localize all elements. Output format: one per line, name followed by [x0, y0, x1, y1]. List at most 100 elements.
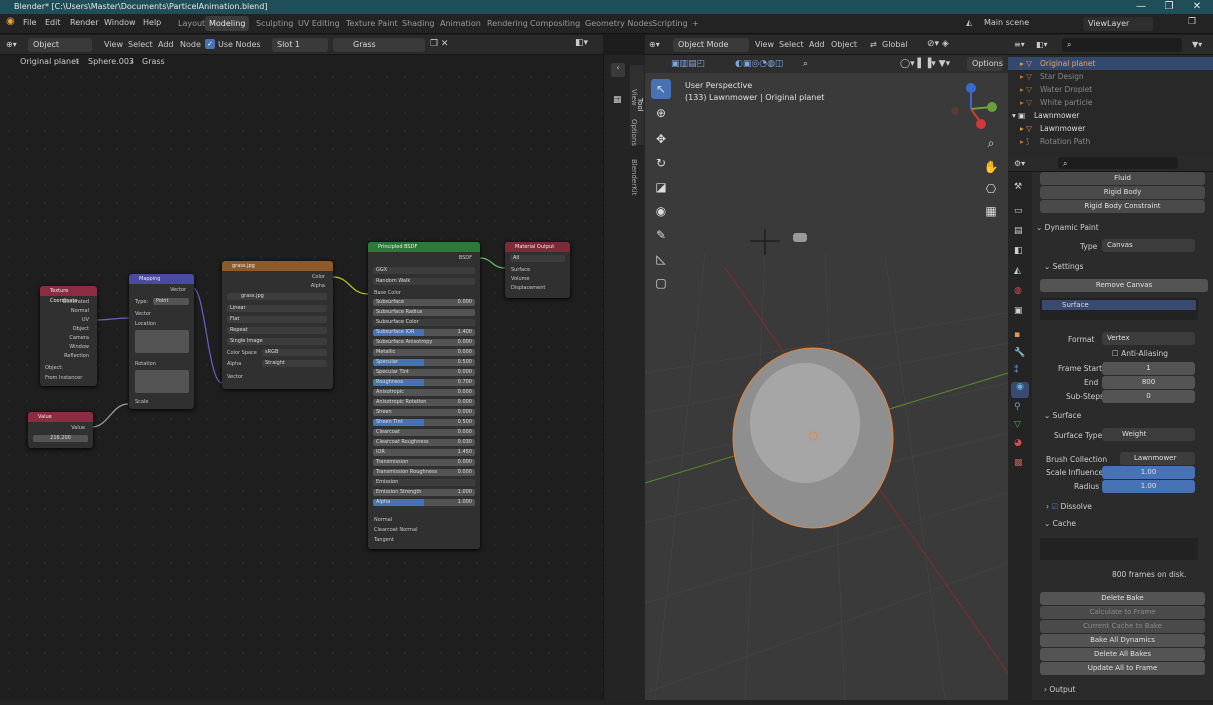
outliner-row[interactable]: ▸ ▽ Water Droplet — [1008, 83, 1213, 96]
tab-options[interactable]: Options — [630, 119, 638, 146]
bsdf-input-field[interactable]: Subsurface IOR 1.400 — [373, 329, 475, 336]
minimize-button[interactable]: — — [1127, 0, 1155, 14]
outliner-row[interactable]: ▸ ⟆ Rotation Path — [1008, 135, 1213, 148]
bsdf-input-field[interactable]: Clearcoat 0.000 — [373, 429, 475, 436]
bsdf-input-field[interactable]: Metallic 0.000 — [373, 349, 475, 356]
scale-influence-slider[interactable]: 1.00 — [1102, 466, 1195, 479]
material-copy-icon[interactable]: ❐ ✕ — [430, 39, 448, 49]
value-field[interactable]: 216.200 — [33, 435, 88, 442]
select-mode-icons[interactable]: ▣▥▤◰ — [671, 59, 705, 69]
settings-subpanel-header[interactable]: ⌄ Settings — [1044, 262, 1083, 271]
viewport-menu-object[interactable]: Object — [831, 40, 857, 49]
grid-icon[interactable]: ▦ — [981, 201, 1001, 221]
bsdf-input-field[interactable]: Subsurface 0.000 — [373, 299, 475, 306]
distribution-select[interactable]: GGX — [373, 267, 475, 274]
physics-tab-icon[interactable]: ◉ — [1011, 382, 1029, 398]
scene-tab-icon[interactable]: ◭ — [1014, 266, 1021, 276]
subsurface-method-select[interactable]: Random Walk — [373, 278, 475, 285]
use-nodes-checkbox[interactable]: ✓ — [205, 39, 215, 49]
frame-start-field[interactable]: 1 — [1102, 362, 1195, 375]
anti-aliasing-checkbox[interactable]: ☐ Anti-Aliasing — [1112, 349, 1168, 358]
move-tool-icon[interactable]: ✥ — [651, 129, 671, 149]
cache-subpanel-header[interactable]: ⌄ Cache — [1044, 519, 1076, 528]
remove-canvas-button[interactable]: Remove Canvas — [1040, 279, 1208, 292]
viewport-menu-view[interactable]: View — [755, 40, 774, 49]
rigid-body-constraint-button[interactable]: Rigid Body Constraint — [1040, 200, 1205, 213]
close-button[interactable]: ✕ — [1183, 0, 1211, 14]
from-instancer-checkbox[interactable]: From Instancer — [40, 374, 97, 382]
output-subpanel-header[interactable]: › Output — [1044, 685, 1075, 694]
texture-coordinate-node[interactable]: Texture Coordinate Generated Normal UV O… — [40, 286, 97, 386]
orientation-selector[interactable]: Global — [882, 40, 908, 49]
bsdf-input-field[interactable]: Subsurface Color — [373, 319, 475, 326]
dissolve-subpanel-header[interactable]: › ☑ Dissolve — [1046, 502, 1092, 511]
node-menu-add[interactable]: Add — [158, 40, 174, 49]
update-all-to-frame-button[interactable]: Update All to Frame — [1040, 662, 1205, 675]
editor-type-icon[interactable]: ⚙▾ — [1014, 159, 1025, 168]
output-tab-icon[interactable]: ▤ — [1014, 226, 1023, 236]
scene-selector[interactable]: Main scene — [984, 18, 1029, 27]
projection-select[interactable]: Flat — [227, 316, 327, 323]
options-button[interactable]: Options — [967, 57, 1003, 71]
bsdf-input-field[interactable]: Sheen 0.000 — [373, 409, 475, 416]
cursor-tool-icon[interactable]: ⊕ — [651, 103, 671, 123]
bsdf-input-field[interactable]: Emission Strength 1.000 — [373, 489, 475, 496]
editor-type-icon[interactable]: ≡▾ — [1014, 40, 1025, 49]
properties-search-input[interactable]: ⌕ — [1058, 157, 1178, 169]
world-tab-icon[interactable]: ◍ — [1014, 286, 1022, 296]
radius-slider[interactable]: 1.00 — [1102, 480, 1195, 493]
add-workspace-button[interactable]: + — [688, 16, 703, 31]
blender-logo-icon[interactable]: ◉ — [6, 16, 15, 27]
current-cache-to-bake-button[interactable]: Current Cache to Bake — [1040, 620, 1205, 633]
rotation-fields[interactable] — [135, 370, 189, 393]
surface-list[interactable]: Surface — [1040, 298, 1198, 320]
output-target-select[interactable]: All — [510, 255, 565, 262]
value-node[interactable]: Value Value 216.200 — [28, 412, 93, 448]
surface-subpanel-header[interactable]: ⌄ Surface — [1044, 411, 1081, 420]
principled-bsdf-node[interactable]: Principled BSDF BSDF GGX Random Walk Bas… — [368, 242, 480, 549]
render-tab-icon[interactable]: ▭ — [1014, 206, 1023, 216]
tab-texture-paint[interactable]: Texture Paint — [342, 16, 402, 31]
tab-geometry-nodes[interactable]: Geometry Nodes — [581, 16, 656, 31]
orientation-icon[interactable]: ⇄ — [870, 40, 877, 49]
outliner-row[interactable]: ▸ ▽ Original planet — [1008, 57, 1213, 70]
tab-layout[interactable]: Layout — [174, 16, 209, 31]
collection-tab-icon[interactable]: ▣ — [1014, 306, 1023, 316]
add-cube-tool-icon[interactable]: ▢ — [651, 273, 671, 293]
material-output-node[interactable]: Material Output All Surface Volume Displ… — [505, 242, 570, 298]
image-file-selector[interactable]: grass.jpg — [227, 293, 327, 300]
data-tab-icon[interactable]: ▽ — [1014, 420, 1021, 430]
color-space-select[interactable]: sRGB — [262, 349, 327, 356]
interpolation-select[interactable]: Linear — [227, 305, 327, 312]
overlay-icon[interactable]: ◧▾ — [575, 38, 588, 48]
camera-icon[interactable]: ⎔ — [981, 179, 1001, 199]
material-tab-icon[interactable]: ◕ — [1014, 438, 1022, 448]
filter-icons[interactable]: ◯▾ ▌▐▾ ▼▾ — [900, 59, 950, 69]
snap-icon[interactable]: ⊘▾ ◈ — [927, 39, 949, 49]
menu-window[interactable]: Window — [104, 18, 136, 27]
visibility-icons[interactable]: ◐▣◎◔◍◫ — [735, 59, 783, 69]
menu-edit[interactable]: Edit — [45, 18, 61, 27]
fluid-button[interactable]: Fluid — [1040, 172, 1205, 185]
end-field[interactable]: 800 — [1102, 376, 1195, 389]
bsdf-input-field[interactable]: Clearcoat Roughness 0.030 — [373, 439, 475, 446]
image-texture-node[interactable]: grass.jpg Color Alpha grass.jpg Linear F… — [222, 261, 333, 389]
tab-uv-editing[interactable]: UV Editing — [294, 16, 344, 31]
delete-bake-button[interactable]: Delete Bake — [1040, 592, 1205, 605]
bsdf-input-field[interactable]: Specular 0.500 — [373, 359, 475, 366]
bsdf-input-field[interactable]: Subsurface Anisotropy 0.000 — [373, 339, 475, 346]
bsdf-input-field[interactable]: Emission — [373, 479, 475, 486]
node-menu-view[interactable]: View — [104, 40, 123, 49]
alpha-mode-select[interactable]: Straight — [262, 360, 327, 367]
outliner-row[interactable]: ▾ ▣ Lawnmower — [1008, 109, 1213, 122]
navigation-gizmo[interactable] — [943, 81, 999, 137]
select-tool-icon[interactable]: ↖ — [651, 79, 671, 99]
tab-scripting[interactable]: Scripting — [648, 16, 692, 31]
zoom-icon[interactable]: ⌕ — [981, 133, 1001, 153]
outliner-row[interactable]: ▸ ▽ Star Design — [1008, 70, 1213, 83]
tab-rendering[interactable]: Rendering — [483, 16, 532, 31]
bsdf-input-field[interactable]: Subsurface Radius — [373, 309, 475, 316]
bsdf-input-field[interactable]: Specular Tint 0.000 — [373, 369, 475, 376]
tab-modeling[interactable]: Modeling — [205, 16, 250, 31]
material-selector[interactable]: Grass — [333, 38, 425, 52]
